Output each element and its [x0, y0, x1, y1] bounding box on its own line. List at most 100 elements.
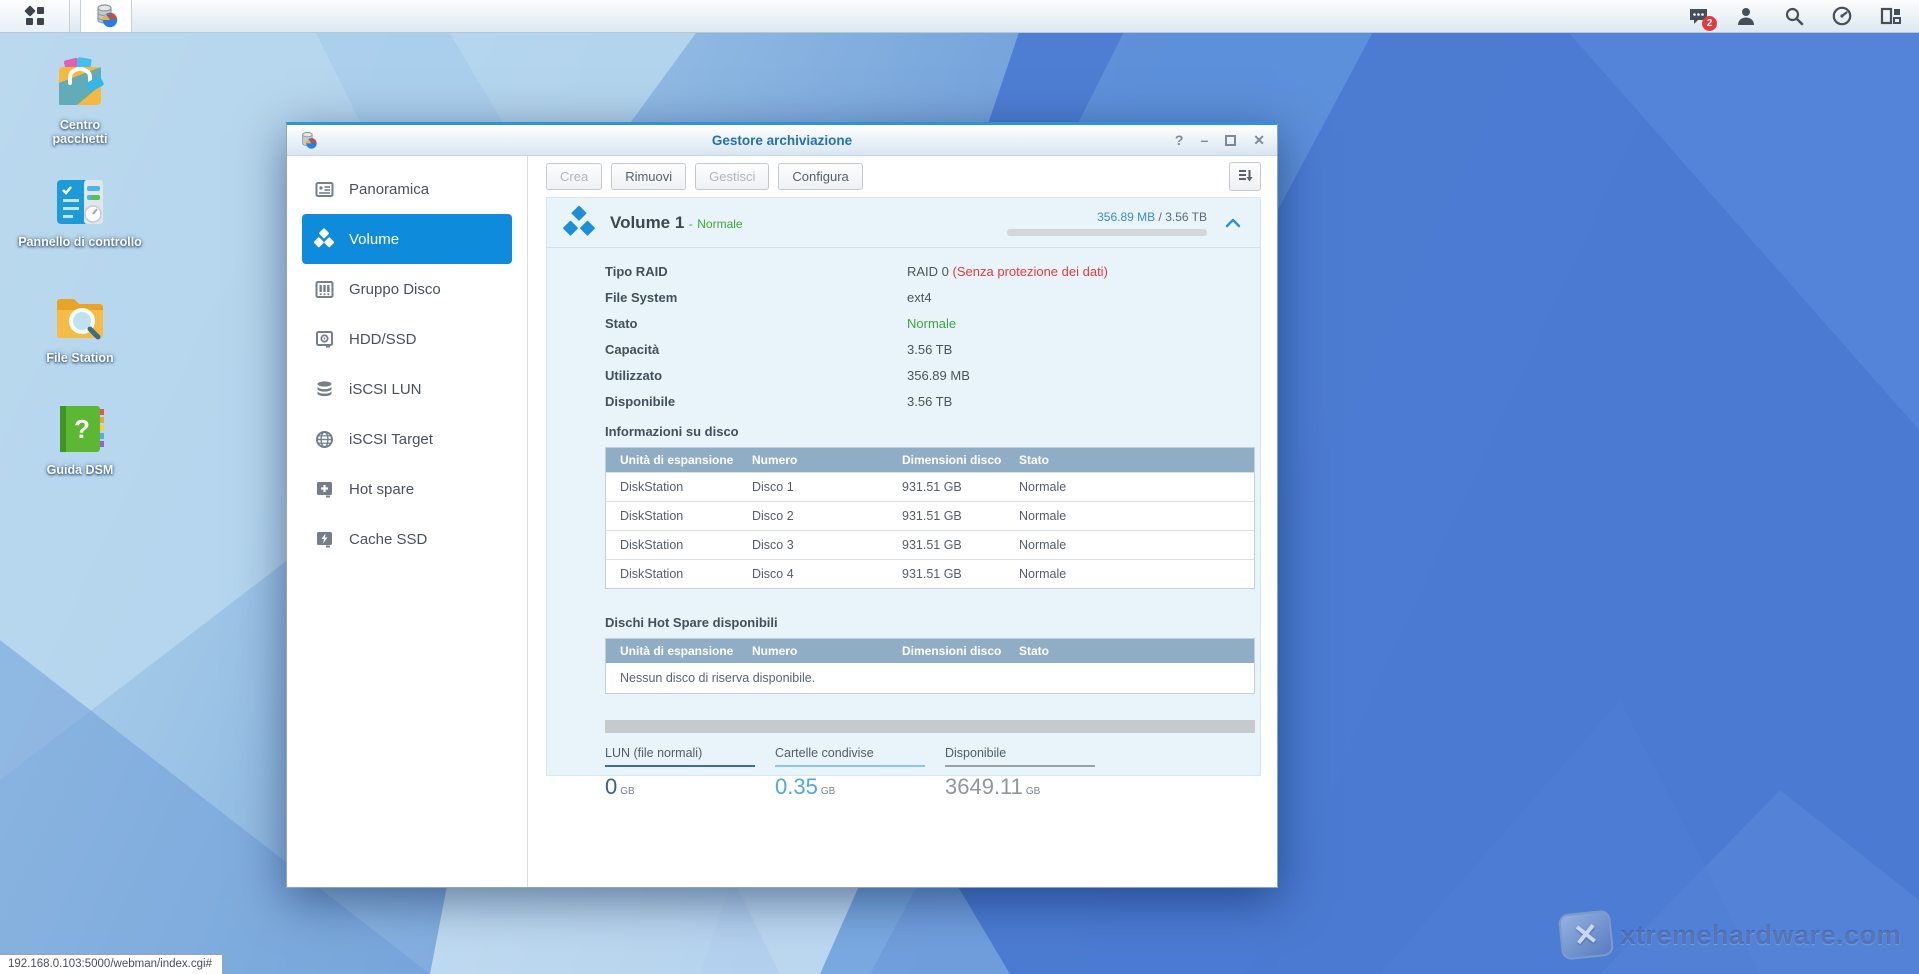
create-button[interactable]: Crea [546, 163, 602, 190]
desktop-icon-control-panel[interactable]: Pannello di controllo [10, 172, 150, 249]
available-value: 3.56 TB [907, 394, 952, 409]
pilot-view-button[interactable] [1879, 5, 1901, 27]
stat-unit: GB [620, 786, 634, 797]
stat-rule [605, 765, 755, 767]
storage-manager-icon [93, 3, 119, 29]
col-disk-size: Dimensioni disco [888, 644, 1005, 658]
col-expansion-unit: Unità di espansione [606, 644, 738, 658]
detail-value: RAID 0 (Senza protezione dei dati) [907, 264, 1108, 279]
sidebar-item-hdd-ssd[interactable]: HDD/SSD [302, 314, 512, 364]
main-menu-button[interactable] [0, 0, 70, 32]
remove-button[interactable]: Rimuovi [611, 163, 686, 190]
detail-label: Tipo RAID [605, 264, 907, 279]
volume-name: Volume 1 [610, 213, 684, 232]
desktop-icon-package-center[interactable]: Centro pacchetti [10, 55, 150, 147]
detail-label: File System [605, 290, 907, 305]
stat-rule [775, 765, 925, 767]
toolbar: Crea Rimuovi Gestisci Configura [528, 156, 1277, 196]
col-number: Numero [738, 453, 888, 467]
sidebar-item-iscsi-lun[interactable]: iSCSI LUN [302, 364, 512, 414]
hot-spare-table-header: Unità di espansione Numero Dimensioni di… [606, 639, 1254, 663]
sort-list-icon [1237, 167, 1253, 183]
user-menu-button[interactable] [1735, 5, 1757, 27]
hdd-icon [313, 328, 335, 350]
sidebar-item-cache-ssd[interactable]: Cache SSD [302, 514, 512, 564]
detail-row: File System ext4 [605, 284, 1260, 310]
taskbar: 2 [0, 0, 1919, 33]
volume-panel: Volume 1 - Normale 356.89 MB / 3.56 TB [546, 197, 1261, 776]
storage-manager-window: Gestore archiviazione ? – ✕ Panoramica V… [286, 122, 1278, 888]
stats-row: LUN (file normali) 0GB Cartelle condivis… [605, 746, 1260, 800]
disk-row[interactable]: DiskStation Disco 2 931.51 GB Normale [606, 501, 1254, 530]
stat-unit: GB [1026, 786, 1040, 797]
sidebar-item-label: HDD/SSD [349, 331, 417, 348]
hot-spare-icon [313, 478, 335, 500]
sidebar-item-label: Cache SSD [349, 531, 427, 548]
watermark: ✕ xtremehardware.com [1560, 912, 1901, 958]
disk-row[interactable]: DiskStation Disco 1 931.51 GB Normale [606, 472, 1254, 501]
package-center-icon [51, 55, 109, 113]
volume-header[interactable]: Volume 1 - Normale 356.89 MB / 3.56 TB [547, 198, 1260, 248]
configure-button[interactable]: Configura [778, 163, 862, 190]
window-controls: ? – ✕ [1175, 133, 1265, 147]
help-icon[interactable]: ? [1175, 133, 1184, 147]
usage-progress-bar [1007, 229, 1207, 236]
desktop-icon-label: Pannello di controllo [18, 235, 142, 249]
usage-separator: / [1155, 210, 1165, 224]
volume-usage: 356.89 MB / 3.56 TB [1007, 210, 1207, 236]
volume-state-sep: - [689, 217, 693, 231]
ssd-cache-icon [313, 528, 335, 550]
main-content: Crea Rimuovi Gestisci Configura [528, 156, 1277, 887]
disk-row[interactable]: DiskStation Disco 3 931.51 GB Normale [606, 530, 1254, 559]
detail-row: Tipo RAID RAID 0 (Senza protezione dei d… [605, 258, 1260, 284]
sidebar-item-label: Gruppo Disco [349, 281, 441, 298]
overview-icon [313, 178, 335, 200]
sidebar: Panoramica Volume Gruppo Disco HDD/SSD [287, 156, 528, 887]
sidebar-item-volume[interactable]: Volume [302, 214, 512, 264]
usage-text: 356.89 MB / 3.56 TB [1007, 210, 1207, 224]
sidebar-item-iscsi-target[interactable]: iSCSI Target [302, 414, 512, 464]
disk-info-table-header: Unità di espansione Numero Dimensioni di… [606, 448, 1254, 472]
desktop-icon-file-station[interactable]: File Station [10, 288, 150, 365]
taskbar-app-storage-manager[interactable] [80, 0, 132, 32]
col-number: Numero [738, 644, 888, 658]
detail-row: Utilizzato 356.89 MB [605, 362, 1260, 388]
hot-spare-table: Unità di espansione Numero Dimensioni di… [605, 638, 1255, 694]
close-icon[interactable]: ✕ [1253, 133, 1265, 147]
sidebar-item-label: iSCSI LUN [349, 381, 422, 398]
chevron-up-icon [1225, 218, 1241, 228]
sidebar-item-label: Panoramica [349, 181, 429, 198]
widgets-gauge-button[interactable] [1831, 5, 1853, 27]
search-button[interactable] [1783, 5, 1805, 27]
svg-text:?: ? [74, 414, 90, 444]
collapse-button[interactable] [1220, 218, 1246, 228]
manage-button[interactable]: Gestisci [695, 163, 769, 190]
desktop-icon-label: File Station [46, 351, 113, 365]
desktop-icon-dsm-help[interactable]: ? Guida DSM [10, 400, 150, 477]
dsm-help-icon: ? [51, 400, 109, 458]
detail-label: Disponibile [605, 394, 907, 409]
usage-total: 3.56 TB [1165, 210, 1207, 224]
status-value: Normale [907, 316, 956, 331]
disk-row[interactable]: DiskStation Disco 4 931.51 GB Normale [606, 559, 1254, 588]
watermark-x-logo: ✕ [1558, 909, 1615, 960]
stat-label: LUN (file normali) [605, 746, 755, 765]
notification-badge: 2 [1702, 16, 1717, 31]
stat-value: 0 [605, 774, 617, 799]
volume-cubes-icon-large [561, 205, 597, 241]
watermark-text: xtremehardware.com [1620, 920, 1901, 951]
gauge-icon [1832, 6, 1852, 26]
sidebar-item-panoramica[interactable]: Panoramica [302, 164, 512, 214]
database-icon [313, 378, 335, 400]
sort-button[interactable] [1229, 162, 1261, 191]
detail-row: Capacità 3.56 TB [605, 336, 1260, 362]
sidebar-item-label: Volume [349, 231, 399, 248]
sidebar-item-hot-spare[interactable]: Hot spare [302, 464, 512, 514]
maximize-icon[interactable] [1225, 135, 1236, 146]
sidebar-item-label: Hot spare [349, 481, 414, 498]
window-titlebar[interactable]: Gestore archiviazione ? – ✕ [287, 125, 1277, 156]
search-icon [1784, 6, 1804, 26]
minimize-icon[interactable]: – [1200, 133, 1208, 147]
notifications-button[interactable]: 2 [1687, 5, 1709, 27]
sidebar-item-gruppo-disco[interactable]: Gruppo Disco [302, 264, 512, 314]
